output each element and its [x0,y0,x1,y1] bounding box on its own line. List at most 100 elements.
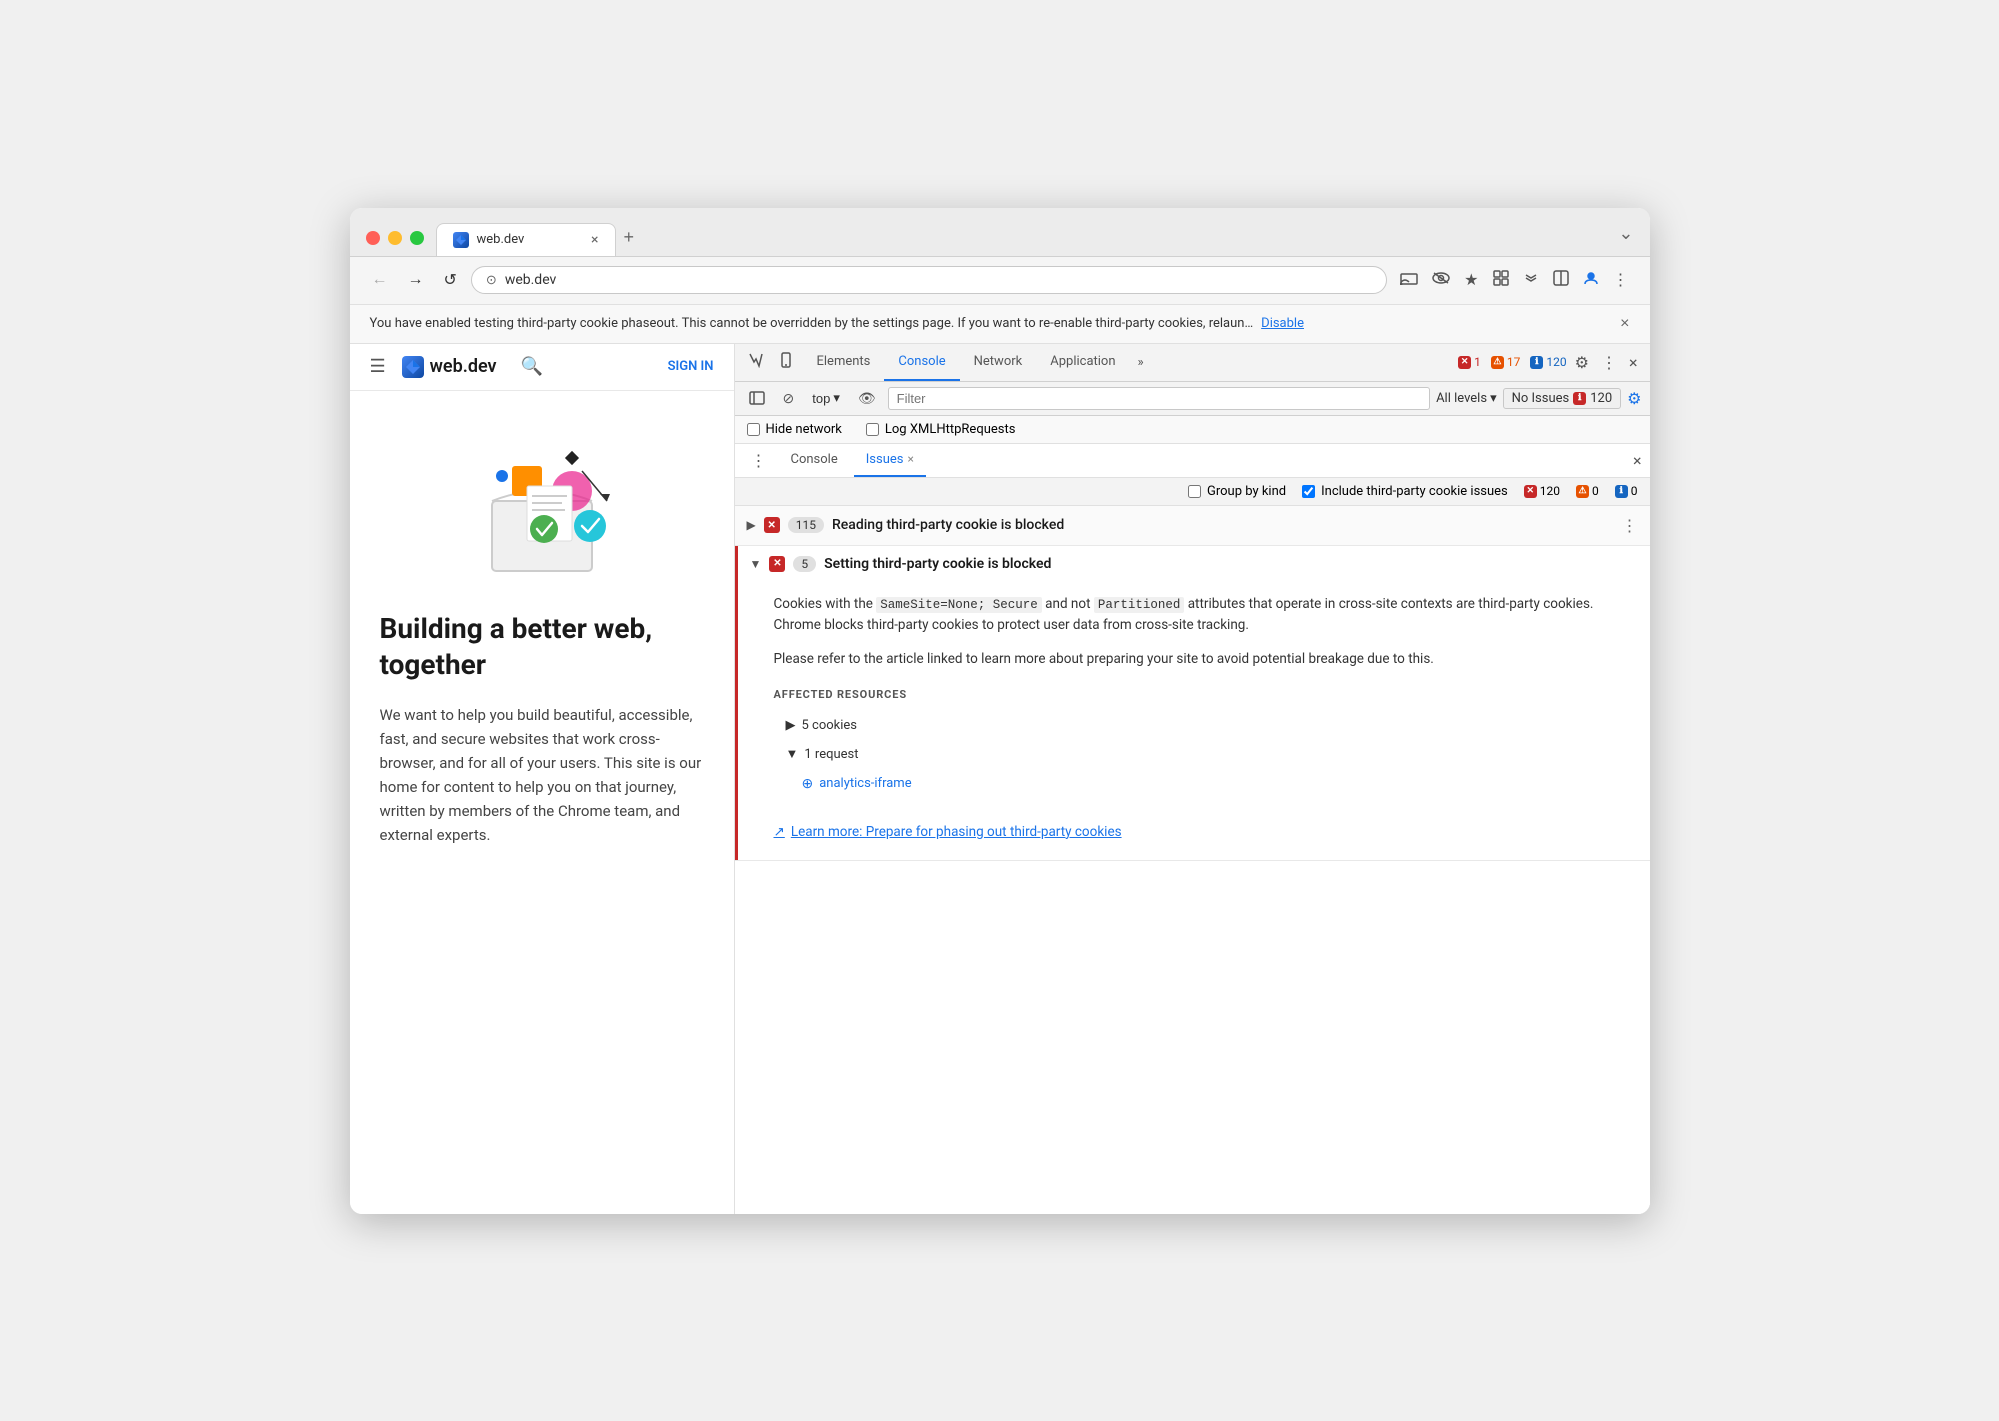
devtools-more-button[interactable]: ⋮ [1597,349,1621,376]
log-xml-input[interactable] [866,423,879,436]
title-bar: web.dev × + ⌄ [350,208,1650,257]
live-expression-button[interactable]: 👁 [852,387,882,410]
expand-content: ▼ ✕ 5 Setting third-party cookie is bloc… [738,546,1650,860]
notification-close-button[interactable]: × [1620,315,1629,333]
group-by-kind-checkbox[interactable]: Group by kind [1188,484,1286,499]
notification-action[interactable]: Disable [1261,316,1304,331]
profile-button[interactable] [1578,265,1604,296]
close-button[interactable] [366,231,380,245]
logo-icon [402,356,424,378]
chrome-menu-button[interactable]: ⋮ [1608,265,1634,295]
include-third-party-input[interactable] [1302,485,1315,498]
nav-actions: ★ [1395,265,1633,296]
tab-close-button[interactable]: × [591,233,598,247]
tab-bar: web.dev × + [436,220,1607,256]
notification-bar: You have enabled testing third-party coo… [350,305,1650,344]
devtools-inspect-button[interactable] [743,347,769,377]
issues-total-badge: ✕ 120 [1524,484,1560,498]
log-xml-checkbox[interactable]: Log XMLHttpRequests [866,422,1016,437]
issues-info-count: 0 [1631,484,1638,498]
subtab-panel-close[interactable]: × [1633,451,1642,470]
code-samesite: SameSite=None; Secure [876,597,1042,613]
sign-in-button[interactable]: SIGN IN [668,359,714,374]
levels-arrow: ▾ [1490,391,1497,406]
group-by-kind-input[interactable] [1188,485,1201,498]
hamburger-menu[interactable]: ☰ [370,356,386,377]
eye-button[interactable] [1427,266,1455,295]
reading-issue-title: Reading third-party cookie is blocked [832,517,1064,533]
new-tab-button[interactable]: + [616,220,643,254]
hide-network-checkbox[interactable]: Hide network [747,422,842,437]
extensions-button[interactable] [1488,265,1514,296]
setting-cookie-issue-header[interactable]: ▼ ✕ 5 Setting third-party cookie is bloc… [738,546,1650,582]
issues-count: 120 [1590,391,1612,406]
code-partitioned: Partitioned [1094,597,1185,613]
levels-label: All levels [1436,391,1487,406]
cast-button[interactable] [1395,266,1423,295]
block-requests-button[interactable]: ⊘ [777,387,801,410]
reading-count-badge: 115 [788,517,824,533]
maximize-button[interactable] [410,231,424,245]
issues-error-count: 120 [1540,484,1560,498]
issues-error-icon: ✕ [1524,485,1537,498]
subtabs-more-button[interactable]: ⋮ [743,447,775,474]
subtab-issues-close[interactable]: × [907,452,913,466]
reading-error-badge: ✕ [764,517,780,533]
devtools-badges: ✕ 1 ⚠ 17 ℹ 120 [1458,355,1566,369]
devtools-settings-button[interactable]: ⚙ [1571,349,1593,376]
hide-network-input[interactable] [747,423,760,436]
levels-selector[interactable]: All levels ▾ [1436,391,1497,406]
tab-network[interactable]: Network [960,344,1037,381]
site-body-text: We want to help you build beautiful, acc… [380,703,704,847]
tab-console[interactable]: Console [884,344,959,381]
more-tabs-button[interactable]: » [1130,344,1152,381]
refresh-button[interactable]: ↺ [438,266,463,294]
setting-cookie-expanded: ▼ ✕ 5 Setting third-party cookie is bloc… [735,546,1650,860]
devtools-button[interactable] [1518,265,1544,296]
issues-info-icon: ℹ [1615,485,1628,498]
analytics-iframe-link[interactable]: ⊕ analytics-iframe [774,769,1630,799]
info-badge: ℹ 120 [1530,355,1566,369]
devtools-close-button[interactable]: × [1625,349,1642,376]
toggle-devtools-button[interactable] [1548,265,1574,296]
devtools-device-button[interactable] [773,347,799,377]
sidebar-toggle-button[interactable] [743,388,771,408]
devtools-header: Elements Console Network Application » [735,344,1650,382]
minimize-button[interactable] [388,231,402,245]
setting-issue-title: Setting third-party cookie is blocked [824,556,1051,572]
warning-icon: ⚠ [1491,356,1504,369]
include-third-party-checkbox[interactable]: Include third-party cookie issues [1302,484,1508,499]
console-settings-button[interactable]: ⚙ [1627,389,1641,408]
setting-cookie-issue-group: ▼ ✕ 5 Setting third-party cookie is bloc… [735,546,1650,861]
issues-info-badge: ℹ 0 [1615,484,1638,498]
reading-cookie-issue-header[interactable]: ▶ ✕ 115 Reading third-party cookie is bl… [735,506,1650,545]
subtab-issues[interactable]: Issues × [854,444,926,477]
tab-favicon [453,232,469,248]
request-label: 1 request [804,745,858,766]
learn-more-link[interactable]: ↗ Learn more: Prepare for phasing out th… [738,812,1650,860]
forward-button[interactable]: → [402,267,430,293]
cookies-resource[interactable]: ▶ 5 cookies [774,712,1630,741]
issue-body-p2: Please refer to the article linked to le… [774,649,1630,671]
subtab-console[interactable]: Console [779,444,850,477]
site-search-button[interactable]: 🔍 [521,356,543,377]
issues-options: Group by kind Include third-party cookie… [735,478,1650,506]
filter-input[interactable] [888,387,1430,410]
analytics-label: analytics-iframe [819,774,911,795]
back-button[interactable]: ← [366,267,394,293]
reading-expand-arrow: ▶ [747,518,756,532]
address-bar[interactable]: ⊙ web.dev [471,266,1387,294]
notification-text: You have enabled testing third-party coo… [370,316,1254,331]
context-selector[interactable]: top ▾ [806,388,846,408]
info-icon: ℹ [1530,356,1543,369]
reading-issue-menu[interactable]: ⋮ [1622,516,1638,535]
devtools-panel: Elements Console Network Application » [735,344,1650,1214]
bookmark-button[interactable]: ★ [1459,265,1483,295]
browser-tab[interactable]: web.dev × [436,223,616,256]
error-icon: ✕ [1458,356,1471,369]
tab-elements[interactable]: Elements [803,344,885,381]
issues-warn-icon: ⚠ [1576,485,1589,498]
request-resource[interactable]: ▼ 1 request [774,741,1630,770]
tab-application[interactable]: Application [1036,344,1129,381]
issues-warn-badge: ⚠ 0 [1576,484,1599,498]
